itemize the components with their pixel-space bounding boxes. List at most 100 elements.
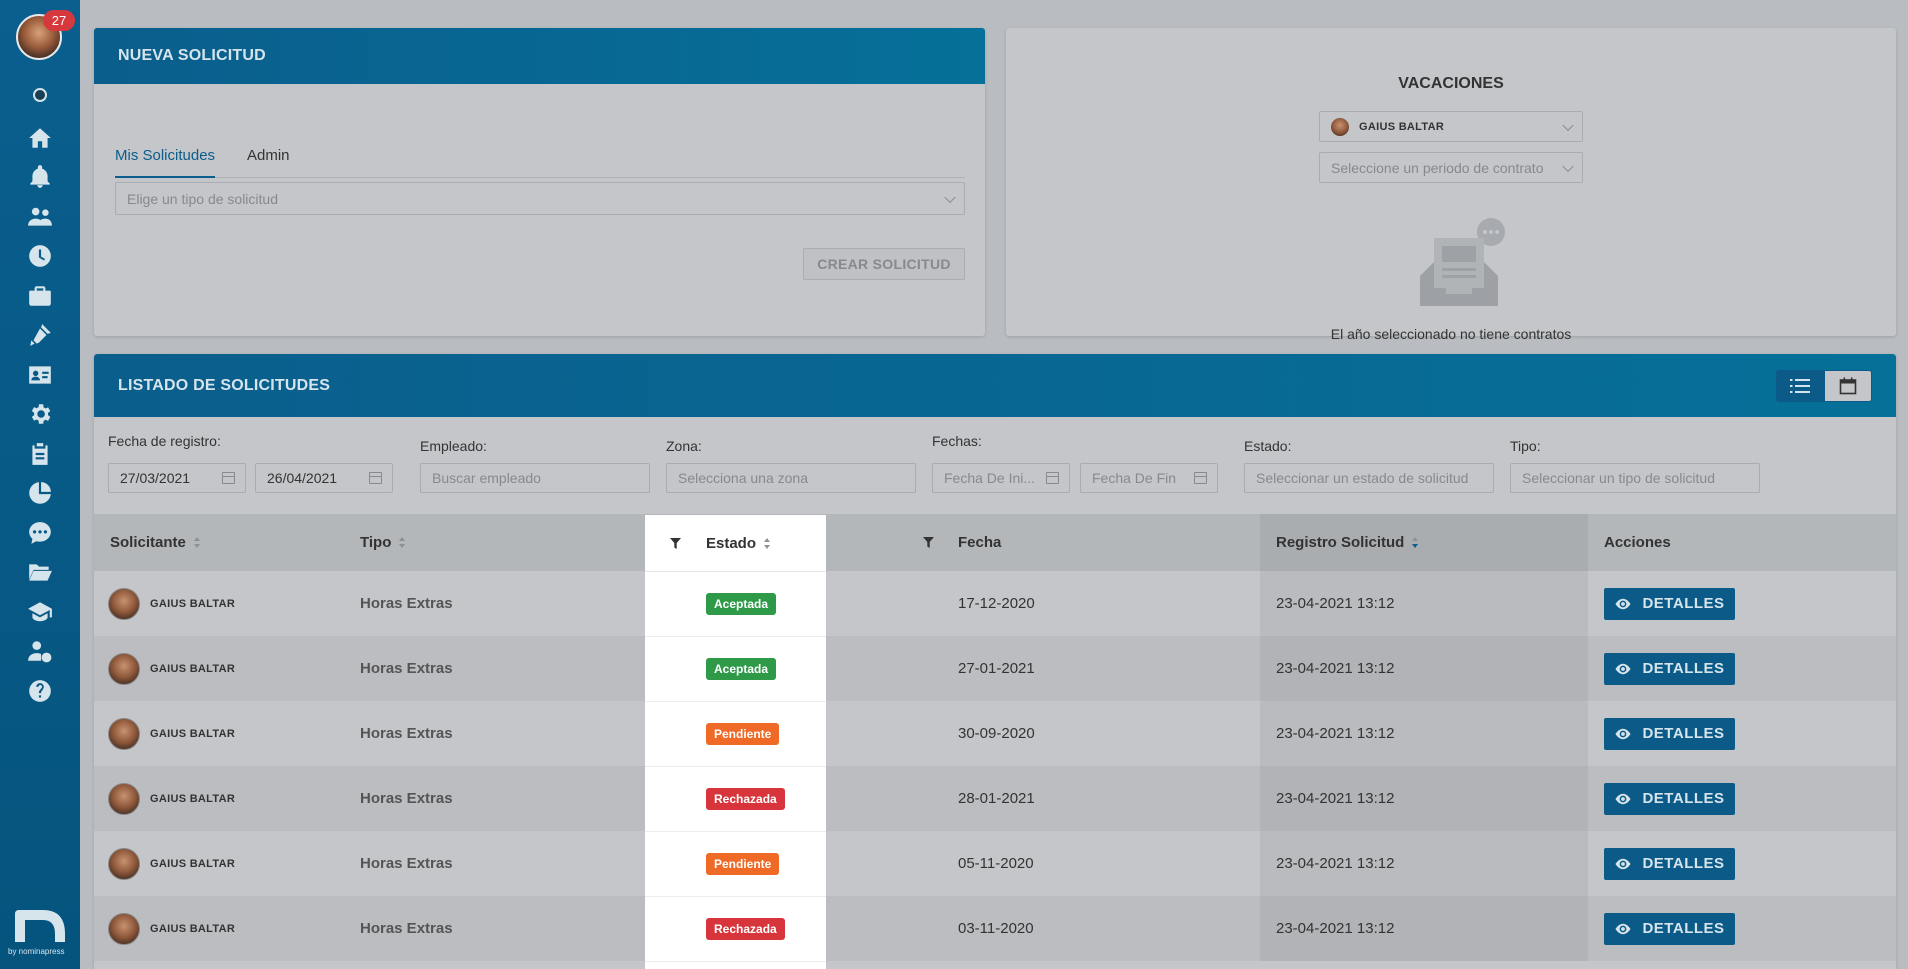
empty-inbox-icon xyxy=(1420,218,1505,306)
status-badge: Aceptada xyxy=(706,593,777,615)
filter-funnel-icon[interactable] xyxy=(923,537,934,548)
sidebar-item-tasks[interactable] xyxy=(0,434,80,474)
status-filter-label: Estado: xyxy=(1244,438,1292,454)
column-label: Registro Solicitud xyxy=(1276,534,1405,551)
sidebar-item-home[interactable] xyxy=(0,118,80,158)
eye-icon xyxy=(1615,728,1631,739)
employee-name: GAIUS BALTAR xyxy=(150,662,236,675)
sort-icon[interactable] xyxy=(193,537,201,548)
zone-select[interactable]: Selecciona una zona xyxy=(666,463,916,493)
gear-icon xyxy=(31,404,51,424)
sidebar-item-tools[interactable] xyxy=(0,316,80,356)
employee-name: GAIUS BALTAR xyxy=(150,922,236,935)
estado-header-cell[interactable]: Estado xyxy=(645,515,826,572)
column-label: Estado xyxy=(706,535,757,552)
details-button[interactable]: DETALLES xyxy=(1604,912,1735,945)
solicitante-cell: GAIUS BALTAR xyxy=(108,571,235,636)
eye-icon xyxy=(1615,793,1631,804)
type-select[interactable]: Seleccionar un tipo de solicitud xyxy=(1510,463,1760,493)
sidebar-item-payroll[interactable] xyxy=(0,632,80,672)
tab-mis-solicitudes[interactable]: Mis Solicitudes xyxy=(115,147,215,164)
details-button[interactable]: DETALLES xyxy=(1604,782,1735,815)
acciones-cell: DETALLES xyxy=(1588,701,1735,766)
eye-icon xyxy=(1615,663,1631,674)
vacation-panel: VACACIONES GAIUS BALTAR Seleccione un pe… xyxy=(1006,28,1896,342)
sidebar-item-profile[interactable] xyxy=(0,355,80,395)
sort-icon[interactable] xyxy=(399,537,406,548)
employee-filter-label: Empleado: xyxy=(420,438,487,454)
pie-chart-icon xyxy=(29,482,51,505)
avatar xyxy=(1331,117,1349,136)
employee-name: GAIUS BALTAR xyxy=(150,857,236,870)
contract-period-select[interactable]: Seleccione un periodo de contrato xyxy=(1319,152,1583,183)
registro-cell: 23-04-2021 13:12 xyxy=(1260,766,1588,831)
details-button[interactable]: DETALLES xyxy=(1604,847,1735,880)
calendar-view-button[interactable] xyxy=(1824,370,1872,402)
table-header: Solicitante Tipo Fecha Registro Solicitu… xyxy=(94,514,1896,571)
chat-icon xyxy=(29,521,51,544)
column-estado[interactable]: Estado xyxy=(706,515,771,572)
sidebar-item-chat[interactable] xyxy=(0,513,80,553)
start-date-input[interactable]: Fecha De Ini... xyxy=(932,463,1070,493)
create-request-button[interactable]: CREAR SOLICITUD xyxy=(803,248,965,280)
sidebar-item-settings[interactable] xyxy=(0,395,80,435)
user-avatar[interactable]: 27 xyxy=(16,10,75,60)
request-type-select[interactable]: Elige un tipo de solicitud xyxy=(115,182,965,215)
registration-date-to[interactable]: 26/04/2021 xyxy=(255,463,393,493)
end-date-input[interactable]: Fecha De Fin xyxy=(1080,463,1218,493)
details-label: DETALLES xyxy=(1642,790,1725,807)
filter-funnel-icon[interactable] xyxy=(670,538,681,549)
sort-icon[interactable] xyxy=(764,538,771,549)
graduation-cap-icon xyxy=(28,602,52,621)
sidebar-item-documents[interactable] xyxy=(0,553,80,593)
registro-cell: 23-04-2021 13:12 xyxy=(1260,571,1588,636)
tipo-cell: Horas Extras xyxy=(360,855,453,872)
employee-name: GAIUS BALTAR xyxy=(150,727,236,740)
estado-cells: Aceptada Aceptada Pendiente Rechazada Pendie… xyxy=(645,572,826,962)
new-request-header: NUEVA SOLICITUD xyxy=(94,28,985,84)
tab-admin[interactable]: Admin xyxy=(247,147,290,164)
sidebar-item-users[interactable] xyxy=(0,197,80,237)
fecha-cell: 03-11-2020 xyxy=(958,920,1034,937)
details-button[interactable]: DETALLES xyxy=(1604,717,1735,750)
status-select[interactable]: Seleccionar un estado de solicitud xyxy=(1244,463,1494,493)
tools-icon xyxy=(30,324,51,347)
nominapress-logo xyxy=(15,910,65,942)
column-solicitante[interactable]: Solicitante xyxy=(110,514,201,571)
sidebar-item-training[interactable] xyxy=(0,592,80,632)
status-badge: Pendiente xyxy=(706,723,780,745)
column-fecha[interactable]: Fecha xyxy=(958,514,1001,571)
fecha-cell: 27-01-2021 xyxy=(958,660,1035,677)
tipo-cell: Horas Extras xyxy=(360,660,453,677)
details-label: DETALLES xyxy=(1642,595,1725,612)
avatar xyxy=(108,847,140,880)
details-button[interactable]: DETALLES xyxy=(1604,587,1735,620)
help-icon xyxy=(29,679,51,702)
sidebar-item-reports[interactable] xyxy=(0,474,80,514)
active-tab-underline xyxy=(115,176,215,178)
estado-column-highlight: Estado Aceptada Aceptada Pendiente Rechazad… xyxy=(645,515,826,969)
calendar-icon xyxy=(1839,377,1857,395)
column-registro[interactable]: Registro Solicitud xyxy=(1260,514,1588,571)
type-placeholder: Seleccionar un tipo de solicitud xyxy=(1522,470,1716,486)
calendar-icon xyxy=(369,472,382,484)
status-badge: Rechazada xyxy=(706,918,785,940)
list-view-button[interactable] xyxy=(1776,370,1824,402)
details-button[interactable]: DETALLES xyxy=(1604,652,1735,685)
user-salary-icon xyxy=(28,641,52,663)
estado-cell: Aceptada xyxy=(645,637,826,702)
fecha-cell: 28-01-2021 xyxy=(958,790,1035,807)
employee-search-input[interactable]: Buscar empleado xyxy=(420,463,650,493)
acciones-cell: DETALLES xyxy=(1588,766,1735,831)
sidebar-item-help[interactable] xyxy=(0,671,80,711)
request-type-placeholder: Elige un tipo de solicitud xyxy=(127,190,278,207)
sidebar-item-notifications[interactable] xyxy=(0,158,80,198)
registration-date-from[interactable]: 27/03/2021 xyxy=(108,463,246,493)
start-date-placeholder: Fecha De Ini... xyxy=(944,470,1036,486)
sidebar-item-jobs[interactable] xyxy=(0,276,80,316)
sort-icon[interactable] xyxy=(1412,537,1419,548)
status-badge: Pendiente xyxy=(706,853,780,875)
employee-select[interactable]: GAIUS BALTAR xyxy=(1319,111,1583,142)
column-tipo[interactable]: Tipo xyxy=(360,514,406,571)
sidebar-item-time[interactable] xyxy=(0,237,80,277)
